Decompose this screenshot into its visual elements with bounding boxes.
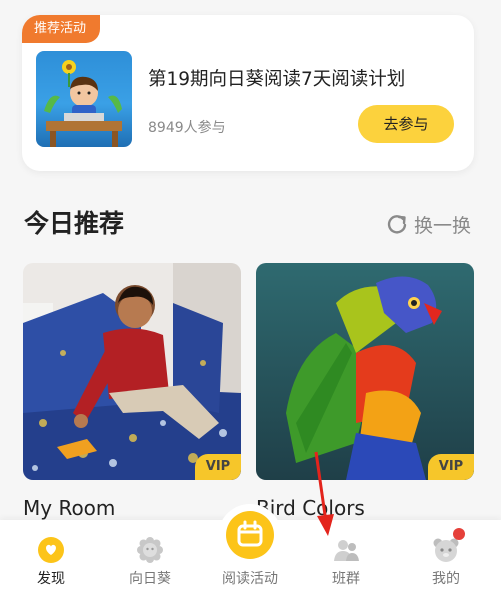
book-cover-image: VIP bbox=[256, 263, 474, 480]
activity-thumbnail bbox=[36, 51, 132, 147]
nav-sunflower[interactable]: 向日葵 bbox=[100, 520, 200, 599]
activity-title: 第19期向日葵阅读7天阅读计划 bbox=[148, 69, 406, 90]
vip-badge: VIP bbox=[195, 454, 241, 480]
activity-card[interactable]: 推荐活动 第19期向日葵阅读7天阅读计划 8949人参与 去参与 bbox=[22, 15, 474, 171]
class-group-icon bbox=[334, 540, 359, 561]
nav-discover[interactable]: 发现 bbox=[1, 520, 101, 599]
nav-label: 阅读活动 bbox=[222, 571, 278, 587]
refresh-label: 换一换 bbox=[414, 214, 472, 237]
nav-label: 我的 bbox=[432, 571, 460, 587]
participant-count: 8949人参与 bbox=[148, 120, 226, 136]
book-title: Bird Colors bbox=[256, 496, 365, 520]
nav-class-group[interactable]: 班群 bbox=[296, 520, 396, 599]
app-screen: 推荐活动 第19期向日葵阅读7天阅读计划 8949人参与 去参与 今日推荐 换一… bbox=[0, 0, 501, 599]
bottom-nav: 发现 向日葵 阅读活动 班群 我的 bbox=[0, 504, 501, 599]
nav-label: 班群 bbox=[332, 571, 360, 587]
nav-label: 向日葵 bbox=[129, 571, 171, 587]
discover-icon bbox=[38, 537, 64, 563]
book-card-my-room[interactable]: VIP My Room bbox=[23, 263, 241, 520]
notification-dot bbox=[453, 528, 465, 540]
nav-label: 发现 bbox=[37, 571, 65, 587]
refresh-icon bbox=[387, 215, 407, 234]
sunflower-icon bbox=[137, 537, 163, 563]
refresh-button[interactable]: 换一换 bbox=[386, 210, 471, 238]
vip-badge: VIP bbox=[428, 454, 474, 480]
book-cover-image: VIP bbox=[23, 263, 241, 480]
nav-profile[interactable]: 我的 bbox=[396, 520, 496, 599]
join-button[interactable]: 去参与 bbox=[358, 105, 454, 143]
nav-reading-activity[interactable]: 阅读活动 bbox=[200, 511, 300, 599]
activity-tag: 推荐活动 bbox=[22, 15, 101, 43]
reading-activity-icon bbox=[226, 511, 274, 559]
profile-icon bbox=[433, 538, 459, 562]
book-title: My Room bbox=[23, 496, 116, 520]
book-card-bird-colors[interactable]: VIP Bird Colors bbox=[256, 263, 474, 520]
section-title: 今日推荐 bbox=[24, 209, 125, 238]
